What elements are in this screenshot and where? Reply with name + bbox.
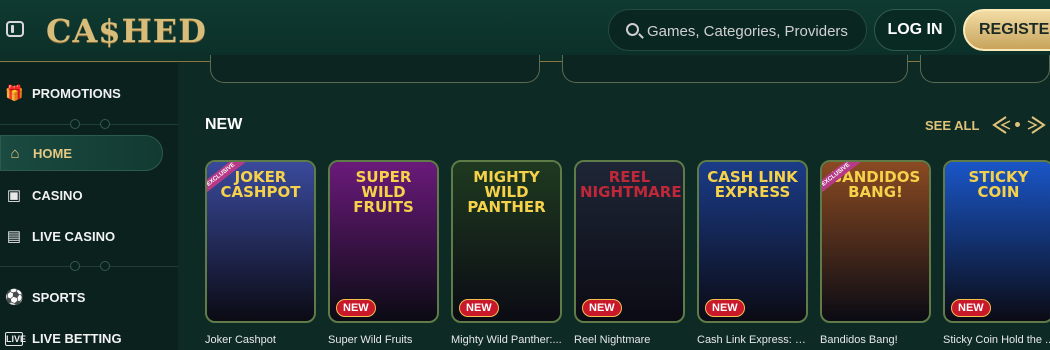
divider-ornament xyxy=(70,261,80,271)
game-tile[interactable]: BANDIDOS BANG! EXCLUSIVE xyxy=(820,160,931,323)
game-thumbnail: STICKY COIN xyxy=(945,162,1050,321)
new-badge: NEW xyxy=(705,299,745,317)
slot-machine-icon: ▣ xyxy=(6,187,22,204)
game-art-title: STICKY COIN xyxy=(968,168,1029,201)
cards-icon: ▤ xyxy=(6,228,22,245)
game-thumbnail: SUPER WILD FRUITS xyxy=(330,162,437,321)
sidebar-item-label: PROMOTIONS xyxy=(32,86,121,101)
previous-card-bottom xyxy=(562,55,908,83)
search-icon xyxy=(626,23,639,36)
sidebar-item-promotions[interactable]: 🎁 PROMOTIONS xyxy=(0,76,178,112)
site-logo[interactable]: CA$HED xyxy=(46,12,207,50)
new-badge: NEW xyxy=(582,299,622,317)
gift-icon: 🎁 xyxy=(5,85,24,102)
arrow-right-icon[interactable] xyxy=(1026,115,1050,135)
see-all-link[interactable]: SEE ALL xyxy=(925,118,979,133)
search-input[interactable] xyxy=(647,20,857,42)
divider-ornament xyxy=(100,261,110,271)
sidebar-item-casino[interactable]: ▣ CASINO xyxy=(0,178,178,214)
game-art-title: SUPER WILD FRUITS xyxy=(353,168,414,216)
divider-ornament xyxy=(100,119,110,129)
new-badge: NEW xyxy=(459,299,499,317)
arrow-left-icon[interactable] xyxy=(988,115,1012,135)
previous-card-bottom xyxy=(210,55,540,83)
game-tile[interactable]: JOKER CASHPOT EXCLUSIVE xyxy=(205,160,316,323)
game-title[interactable]: Bandidos Bang! xyxy=(820,334,932,346)
divider-ornament xyxy=(70,119,80,129)
game-title[interactable]: Cash Link Express: H... xyxy=(697,334,809,346)
game-thumbnail: MIGHTY WILD PANTHER xyxy=(453,162,560,321)
search-box[interactable] xyxy=(608,9,867,51)
game-art-title: REEL NIGHTMARE xyxy=(580,168,682,201)
game-title[interactable]: Sticky Coin Hold the ... xyxy=(943,334,1050,346)
previous-section-strip xyxy=(210,55,1050,85)
sidebar-divider xyxy=(0,124,178,125)
live-icon: LIVE xyxy=(5,332,27,346)
game-tile[interactable]: STICKY COIN NEW xyxy=(943,160,1050,323)
new-badge: NEW xyxy=(951,299,991,317)
game-thumbnail: JOKER CASHPOT xyxy=(207,162,314,321)
pagination-dot xyxy=(1015,122,1020,127)
sidebar-item-sports[interactable]: ⚽ SPORTS xyxy=(0,280,178,316)
login-button[interactable]: LOG IN xyxy=(874,9,956,51)
game-tile[interactable]: CASH LINK EXPRESS NEW xyxy=(697,160,808,323)
new-badge: NEW xyxy=(336,299,376,317)
sidebar-item-label: SPORTS xyxy=(32,290,86,305)
sidebar-divider xyxy=(0,266,178,267)
register-button[interactable]: REGISTER xyxy=(963,9,1050,51)
game-title[interactable]: Joker Cashpot xyxy=(205,334,317,346)
sidebar-item-label: CASINO xyxy=(32,188,83,203)
soccer-ball-icon: ⚽ xyxy=(5,289,24,306)
game-tile[interactable]: REEL NIGHTMARE NEW xyxy=(574,160,685,323)
top-header: CA$HED LOG IN REGISTER xyxy=(0,0,1050,62)
sidebar-item-home[interactable]: ⌂ HOME xyxy=(0,135,163,171)
game-thumbnail: CASH LINK EXPRESS xyxy=(699,162,806,321)
game-tile[interactable]: SUPER WILD FRUITS NEW xyxy=(328,160,439,323)
game-thumbnail: BANDIDOS BANG! xyxy=(822,162,929,321)
game-thumbnail: REEL NIGHTMARE xyxy=(576,162,683,321)
sidebar-item-label: HOME xyxy=(33,146,72,161)
game-title[interactable]: Reel Nightmare xyxy=(574,334,686,346)
sidebar-item-label: LIVE CASINO xyxy=(32,229,116,244)
game-title[interactable]: Mighty Wild Panther:... xyxy=(451,334,563,346)
home-icon: ⌂ xyxy=(10,145,20,162)
game-title[interactable]: Super Wild Fruits xyxy=(328,334,440,346)
game-art-title: MIGHTY WILD PANTHER xyxy=(467,168,546,216)
sidebar-item-live-betting[interactable]: LIVE LIVE BETTING xyxy=(0,321,178,350)
previous-card-bottom xyxy=(920,55,1050,83)
game-tile[interactable]: MIGHTY WILD PANTHER NEW xyxy=(451,160,562,323)
section-title: NEW xyxy=(205,116,243,133)
sidebar-item-label: LIVE BETTING xyxy=(32,331,122,346)
sidebar-item-live-casino[interactable]: ▤ LIVE CASINO xyxy=(0,219,178,255)
game-art-title: CASH LINK EXPRESS xyxy=(707,168,798,201)
sidebar-toggle-icon[interactable] xyxy=(6,21,24,37)
